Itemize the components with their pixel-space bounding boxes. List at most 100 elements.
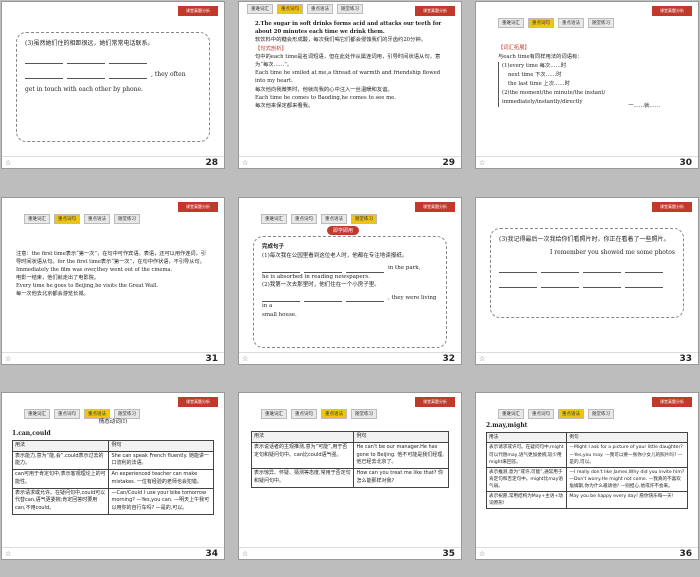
exercise-box: (3)虽然她们住的相距很远，她们常常电话联系。 , they often get…	[16, 32, 210, 142]
brand-logo: 课堂真题分析	[415, 397, 455, 407]
blank-line[interactable]	[583, 282, 621, 289]
slide-footer: ☆ 34	[2, 547, 224, 559]
tab-practice[interactable]: 随堂练习	[114, 214, 140, 224]
slide-thumbnail[interactable]: 重难词汇 重点词句 重点语法 随堂练习 课堂真题分析 2.The sugar i…	[238, 1, 462, 169]
table-row: 表示能力,意为“能,会”,could表示过去的能力。 She can speak …	[11, 450, 214, 471]
tab-grammar[interactable]: 重点语法	[321, 214, 347, 224]
blank-line[interactable]	[541, 267, 579, 273]
blank-line[interactable]	[262, 296, 300, 303]
blank-line[interactable]	[109, 58, 147, 64]
tab-grammar[interactable]: 重点语法	[558, 409, 584, 419]
tab-sentences[interactable]: 重点词句	[277, 4, 303, 14]
star-icon[interactable]: ☆	[242, 550, 248, 558]
exercise-text: small house.	[262, 311, 297, 318]
blank-line[interactable]	[262, 267, 300, 273]
slide-thumbnail[interactable]: 重难词汇 重点词句 重点语法 随堂练习 课堂真题分析 2.may,might 用…	[475, 392, 699, 560]
star-icon[interactable]: ☆	[479, 355, 485, 363]
tab-sentences[interactable]: 重点词句	[528, 18, 554, 28]
exercise-box: (3)我记得最后一次我给你们看照片时，你正在看着了一些照片。 I remembe…	[490, 228, 684, 318]
phrase-item: (1)every time 每次……时	[502, 63, 567, 69]
grammar-subtitle: 1.can,could	[12, 429, 51, 437]
star-icon[interactable]: ☆	[5, 159, 11, 167]
star-icon[interactable]: ☆	[479, 159, 485, 167]
table-row: 表示请求或许可。在疑问句中,might可以代替may,语气更加委婉,较少用mig…	[485, 442, 688, 468]
tab-grammar[interactable]: 重点语法	[558, 18, 584, 28]
tab-vocab[interactable]: 重难词汇	[247, 4, 273, 14]
example-cell: —Might I ask for a picture of your littl…	[566, 442, 688, 468]
slide-thumbnail[interactable]: 课堂真题分析 (3)虽然她们住的相距很远，她们常常电话联系。 , they of…	[1, 1, 225, 169]
blank-line[interactable]	[67, 58, 105, 64]
column-header: 用法	[250, 431, 355, 443]
tab-vocab[interactable]: 重难词汇	[261, 214, 287, 224]
slide-thumbnail[interactable]: 重难词汇 重点词句 重点语法 随堂练习 课堂真题分析 用法 例句 表示说话者的主观…	[238, 392, 462, 560]
blank-line[interactable]	[583, 267, 621, 273]
star-icon[interactable]: ☆	[5, 550, 11, 558]
tab-practice[interactable]: 随堂练习	[588, 18, 614, 28]
tab-sentences[interactable]: 重点词句	[291, 214, 317, 224]
tab-bar: 重难词汇 重点词句 重点语法 随堂练习	[498, 409, 614, 419]
blank-line[interactable]	[25, 58, 63, 64]
slide-thumbnail[interactable]: 重难词汇 重点词句 重点语法 随堂练习 课堂真题分析 情态动词(Ⅰ) 1.can…	[1, 392, 225, 560]
blank-line[interactable]	[499, 282, 537, 289]
blank-line[interactable]	[304, 296, 342, 303]
example-cell: How can you treat me like that? 你怎么能那样对我…	[353, 468, 449, 488]
translation: 每次他向我微笑时，他就向我的心中注入一丝温暖和友谊。	[255, 86, 393, 93]
table-row: 表示惊异、怀疑、猜测等态度,常用于否定句和疑问句中。 How can you tr…	[250, 468, 449, 488]
table-row: 表示祝愿,常用结构为May+主语+动词原形! May you be happy e…	[485, 491, 688, 510]
grammar-table: 用法 例句 表示请求或许可。在疑问句中,might可以代替may,语气更加委婉,较…	[485, 432, 688, 510]
tab-vocab[interactable]: 重难词汇	[498, 409, 524, 419]
blank-line[interactable]	[67, 73, 105, 79]
usage-cell: 表示祝愿,常用结构为May+主语+动词原形!	[485, 491, 568, 510]
tab-practice[interactable]: 随堂练习	[351, 214, 377, 224]
grammar-subtitle: 2.may,might	[486, 422, 528, 429]
blank-line[interactable]	[625, 282, 663, 289]
blank-line[interactable]	[499, 267, 537, 273]
tab-sentences[interactable]: 重点词句	[54, 214, 80, 224]
slide-thumbnail[interactable]: 重难词汇 重点词句 重点语法 随堂练习 课堂真题分析 即学即用 完成句子 (1)…	[238, 197, 462, 365]
slide-thumbnail[interactable]: 课堂真题分析 (3)我记得最后一次我给你们看照片时，你正在看着了一些照片。 I …	[475, 197, 699, 365]
blank-line[interactable]	[625, 267, 663, 273]
exercise-text: get in touch with each other by phone.	[25, 85, 143, 93]
tab-sentences[interactable]: 重点词句	[291, 409, 317, 419]
tab-grammar[interactable]: 重点语法	[84, 214, 110, 224]
slide-thumbnail[interactable]: 重难词汇 重点词句 重点语法 随堂练习 课堂真题分析 【词汇拓展】 与each …	[475, 1, 699, 169]
tab-vocab[interactable]: 重难词汇	[498, 18, 524, 28]
slide-thumbnail[interactable]: 重难词汇 重点词句 重点语法 随堂练习 课堂真题分析 注意：the first …	[1, 197, 225, 365]
star-icon[interactable]: ☆	[479, 550, 485, 558]
table-row: 表示说话者的主观推测,意为“可能”,用于否定句和疑问句中。can比could语气…	[250, 441, 449, 470]
example-cell: —I really don't like James.Why did you i…	[566, 466, 688, 493]
column-header: 例句	[108, 439, 214, 452]
page-number: 32	[442, 354, 455, 364]
star-icon[interactable]: ☆	[242, 355, 248, 363]
note-text: 注意：the first time表示“第一次”，在句中可作宾语。表语，还可以用…	[16, 251, 206, 266]
tab-practice[interactable]: 随堂练习	[588, 409, 614, 419]
tab-vocab[interactable]: 重难词汇	[261, 409, 287, 419]
example-sentence: Immediately the film was over,they went …	[16, 267, 173, 274]
example-sentence: Each time he comes to Baoding,he comes t…	[255, 94, 396, 101]
analysis-text: 句中的each time是名词短语，但在此处作从属连词用，引导时间状语从句，意为…	[255, 53, 441, 69]
page-number: 28	[205, 158, 218, 168]
blank-line[interactable]	[346, 296, 384, 303]
brand-logo: 课堂真题分析	[178, 397, 218, 407]
table-header-row: 用法 例句	[485, 432, 688, 444]
tab-bar: 重难词汇 重点词句 重点语法 随堂练习	[24, 214, 140, 224]
exercise-prompt: (1)每次我在公园里看到这位老人时，他都在专注地读报纸。	[262, 252, 408, 259]
blank-line[interactable]	[109, 73, 147, 79]
tab-practice[interactable]: 随堂练习	[337, 4, 363, 14]
star-icon[interactable]: ☆	[5, 355, 11, 363]
page-number: 31	[205, 354, 218, 364]
tab-sentences[interactable]: 重点词句	[528, 409, 554, 419]
blank-line[interactable]	[541, 282, 579, 289]
blank-line[interactable]	[304, 267, 342, 273]
exercise-text: he is absorbed in reading newspapers.	[262, 273, 370, 280]
tab-grammar[interactable]: 重点语法	[307, 4, 333, 14]
usage-cell: 表示请求或许可。在疑问句中,might可以代替may,语气更加委婉,较少用mig…	[485, 442, 568, 468]
blank-line[interactable]	[25, 73, 63, 79]
tab-practice[interactable]: 随堂练习	[351, 409, 377, 419]
tab-grammar[interactable]: 重点语法	[321, 409, 347, 419]
star-icon[interactable]: ☆	[242, 159, 248, 167]
blank-line[interactable]	[346, 267, 384, 273]
slide-footer: ☆ 32	[239, 352, 461, 364]
tab-bar: 重难词汇 重点词句 重点语法 随堂练习	[498, 18, 614, 28]
tab-vocab[interactable]: 重难词汇	[24, 214, 50, 224]
